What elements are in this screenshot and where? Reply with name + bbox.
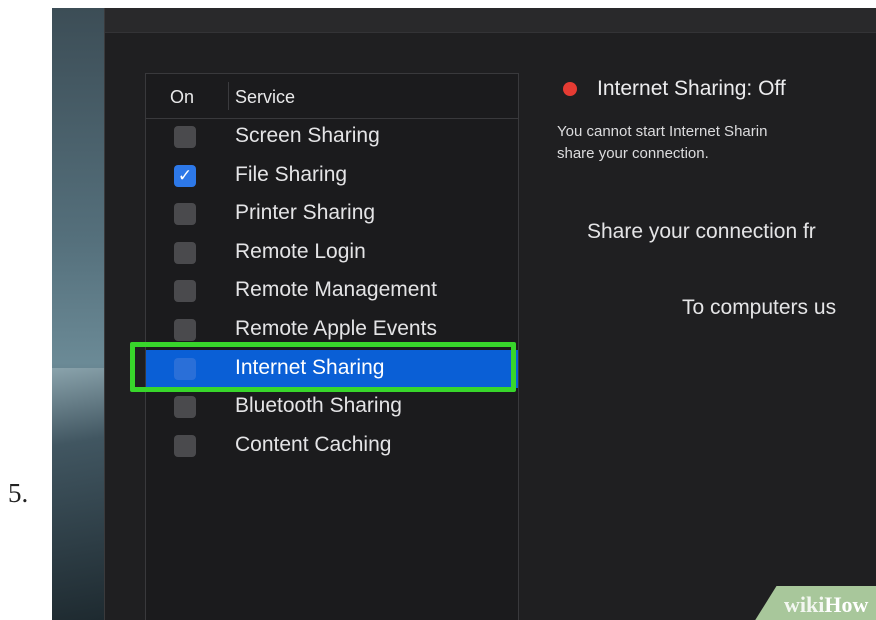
column-separator: [228, 82, 229, 110]
service-row[interactable]: ✓ File Sharing: [146, 157, 518, 195]
service-checkbox[interactable]: [174, 203, 196, 226]
service-checkbox[interactable]: [174, 280, 196, 303]
to-computers-using-label: To computers us: [682, 296, 837, 319]
service-label: Remote Apple Events: [235, 317, 437, 340]
watermark-how: How: [824, 592, 869, 617]
service-checkbox[interactable]: [174, 434, 196, 457]
service-list-header: On Service: [146, 74, 518, 119]
checkmark-icon: ✓: [177, 165, 193, 186]
status-indicator-icon: [563, 82, 577, 96]
status-title: Internet Sharing: Off: [597, 77, 786, 100]
service-row[interactable]: Remote Management: [146, 272, 518, 310]
service-label: Bluetooth Sharing: [235, 394, 402, 418]
column-header-on[interactable]: On: [170, 87, 194, 108]
service-checkbox[interactable]: [174, 396, 196, 419]
screenshot: On Service Screen Sharing ✓ File Sharing Pr…: [52, 8, 876, 620]
status-description: You cannot start Internet Sharin share y…: [557, 121, 876, 165]
service-checkbox[interactable]: [174, 319, 196, 341]
service-checkbox[interactable]: ✓: [174, 164, 196, 187]
service-checkbox[interactable]: [174, 126, 196, 148]
service-row[interactable]: Printer Sharing: [146, 195, 518, 233]
service-row[interactable]: Remote Login: [146, 234, 518, 272]
service-row[interactable]: Screen Sharing: [146, 118, 518, 156]
status-description-line: share your connection.: [557, 145, 709, 162]
service-row[interactable]: Content Caching: [146, 427, 518, 465]
service-label: File Sharing: [235, 162, 348, 186]
service-label: Content Caching: [235, 432, 392, 456]
service-label: Printer Sharing: [235, 201, 376, 225]
sharing-preferences-window: On Service Screen Sharing ✓ File Sharing Pr…: [104, 8, 876, 620]
status-description-line: You cannot start Internet Sharin: [557, 123, 768, 140]
service-label: Remote Management: [235, 278, 437, 302]
highlight-box: [130, 342, 516, 392]
service-checkbox[interactable]: [174, 241, 196, 264]
service-detail-pane: Internet Sharing: Off You cannot start I…: [557, 8, 876, 620]
service-row[interactable]: Bluetooth Sharing: [146, 388, 518, 426]
share-connection-from-label: Share your connection fr: [587, 220, 816, 243]
column-header-service[interactable]: Service: [235, 87, 295, 108]
wikihow-watermark: wikiHow: [784, 592, 868, 618]
step-number: 5.: [8, 478, 29, 508]
watermark-wiki: wiki: [784, 592, 825, 617]
service-label: Screen Sharing: [235, 124, 380, 147]
desktop-background-mountain: [52, 368, 104, 620]
service-label: Remote Login: [235, 239, 366, 263]
